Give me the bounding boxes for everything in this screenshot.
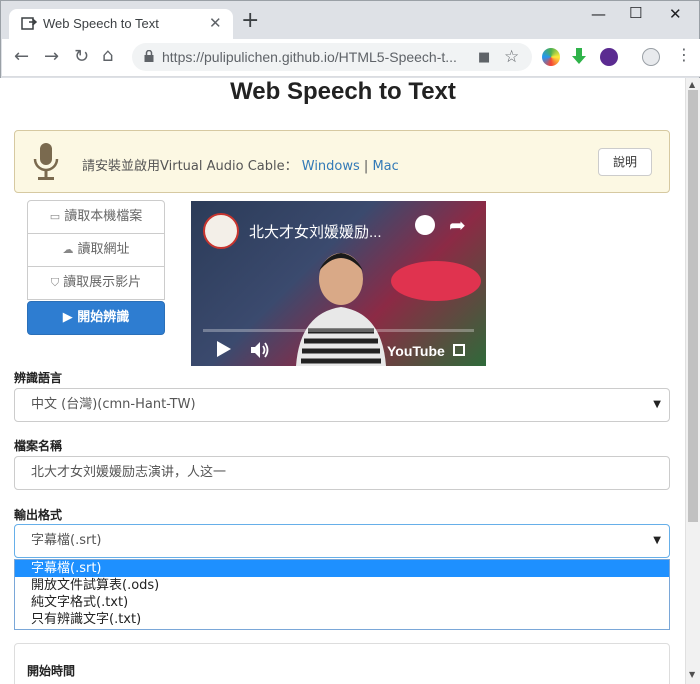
help-button[interactable]: 說明 (598, 148, 652, 176)
cloud-icon: ☁ (62, 243, 74, 256)
load-demo-video-label: 讀取展示影片 (63, 275, 142, 290)
windows-link[interactable]: Windows (302, 159, 360, 174)
page-scrollbar[interactable]: ▲ ▼ (685, 78, 700, 684)
link-separator: | (359, 159, 373, 174)
filename-input[interactable]: 北大才女刘媛媛励志演讲，人这一 (14, 456, 670, 490)
load-url-button[interactable]: ☁ 讀取網址 (27, 233, 165, 267)
output-option-text-only[interactable]: 只有辨識文字(.txt) (15, 611, 669, 628)
browser-chrome: Web Speech to Text ✕ + — ☐ ✕ ← → ↻ ⌂ htt… (0, 0, 700, 78)
url-text: https://pulipulichen.github.io/HTML5-Spe… (162, 49, 457, 65)
video-lips-graphic (391, 261, 481, 301)
language-select[interactable]: 中文 (台灣)(cmn-Hant-TW) ▼ (14, 388, 670, 422)
new-tab-button[interactable]: + (241, 9, 259, 33)
output-format-select[interactable]: 字幕檔(.srt) ▼ (14, 524, 670, 558)
scrollbar-thumb[interactable] (688, 90, 698, 522)
alert-text: 請安裝並啟用Virtual Audio Cable： (82, 159, 298, 174)
youtube-logo[interactable]: YouTube (387, 343, 445, 359)
virtual-audio-alert: 請安裝並啟用Virtual Audio Cable： Windows | Mac… (14, 130, 670, 193)
address-bar[interactable]: https://pulipulichen.github.io/HTML5-Spe… (132, 43, 532, 71)
filename-label: 檔案名稱 (14, 439, 63, 453)
output-option-txt[interactable]: 純文字格式(.txt) (15, 594, 669, 611)
filename-input-value: 北大才女刘媛媛励志演讲，人这一 (31, 465, 227, 480)
tab-favicon-icon (21, 17, 37, 30)
window-close-icon[interactable]: ✕ (669, 5, 682, 23)
start-time-panel: 開始時間 (14, 643, 670, 684)
video-speaker-image (296, 253, 386, 366)
source-button-group: ▭ 讀取本機檔案 ☁ 讀取網址 ⛉ 讀取展示影片 ▶ 開始辨識 (27, 200, 165, 335)
start-time-label: 開始時間 (27, 664, 76, 678)
extension-colorful-icon[interactable] (542, 48, 560, 66)
youtube-video-player[interactable]: 北大才女刘媛媛励... ➦ YouTube (191, 201, 486, 366)
page-title: Web Speech to Text (230, 78, 456, 105)
load-url-label: 讀取網址 (77, 242, 130, 257)
mac-link[interactable]: Mac (372, 159, 398, 174)
lock-icon (144, 50, 154, 62)
output-option-ods[interactable]: 開放文件試算表(.ods) (15, 577, 669, 594)
extension-download-icon[interactable] (600, 48, 618, 66)
reload-icon[interactable]: ↻ (74, 48, 89, 66)
tab-title: Web Speech to Text (43, 16, 159, 31)
play-icon: ▶ (62, 310, 78, 325)
profile-avatar[interactable] (642, 48, 660, 66)
load-local-file-label: 讀取本機檔案 (64, 209, 143, 224)
watch-later-icon[interactable] (415, 215, 435, 235)
output-option-srt[interactable]: 字幕檔(.srt) (15, 560, 669, 577)
minimize-icon[interactable]: — (591, 5, 606, 23)
fullscreen-icon[interactable] (453, 344, 465, 356)
menu-kebab-icon[interactable]: ⋮ (676, 46, 692, 64)
video-title[interactable]: 北大才女刘媛媛励... (249, 221, 382, 242)
scroll-up-icon[interactable]: ▲ (689, 80, 695, 89)
video-play-icon[interactable] (217, 341, 231, 357)
start-recognition-label: 開始辨識 (77, 310, 130, 325)
microphone-icon (33, 143, 59, 180)
maximize-icon[interactable]: ☐ (629, 4, 642, 22)
camera-icon[interactable]: ■ (478, 50, 490, 65)
tab-close-icon[interactable]: ✕ (209, 14, 222, 32)
language-select-value: 中文 (台灣)(cmn-Hant-TW) (31, 397, 196, 412)
bookmark-icon: ⛉ (50, 276, 60, 289)
save-disk-icon: ▭ (49, 210, 61, 223)
volume-icon[interactable] (251, 342, 271, 358)
alert-message: 請安裝並啟用Virtual Audio Cable： Windows | Mac (82, 155, 399, 174)
start-recognition-button[interactable]: ▶ 開始辨識 (27, 301, 165, 335)
forward-icon[interactable]: → (44, 48, 59, 66)
share-icon[interactable]: ➦ (449, 213, 466, 237)
scroll-down-icon[interactable]: ▼ (689, 670, 695, 679)
load-local-file-button[interactable]: ▭ 讀取本機檔案 (27, 200, 165, 234)
output-format-select-value: 字幕檔(.srt) (31, 533, 102, 548)
back-icon[interactable]: ← (14, 48, 29, 66)
browser-toolbar: ← → ↻ ⌂ https://pulipulichen.github.io/H… (2, 39, 700, 77)
output-format-dropdown: 字幕檔(.srt) 開放文件試算表(.ods) 純文字格式(.txt) 只有辨識… (14, 559, 670, 630)
web-page: Web Speech to Text 請安裝並啟用Virtual Audio C… (1, 78, 685, 684)
chevron-down-icon: ▼ (653, 535, 661, 546)
bookmark-star-icon[interactable]: ☆ (504, 47, 519, 67)
channel-avatar[interactable] (203, 213, 239, 249)
download-arrow-icon[interactable] (572, 48, 586, 66)
home-icon[interactable]: ⌂ (102, 47, 113, 65)
browser-tab[interactable]: Web Speech to Text ✕ (9, 9, 233, 39)
load-demo-video-button[interactable]: ⛉ 讀取展示影片 (27, 266, 165, 300)
output-format-label: 輸出格式 (14, 508, 63, 522)
video-progress-bar[interactable] (203, 329, 474, 332)
chevron-down-icon: ▼ (653, 399, 661, 410)
language-label: 辨識語言 (14, 371, 63, 385)
